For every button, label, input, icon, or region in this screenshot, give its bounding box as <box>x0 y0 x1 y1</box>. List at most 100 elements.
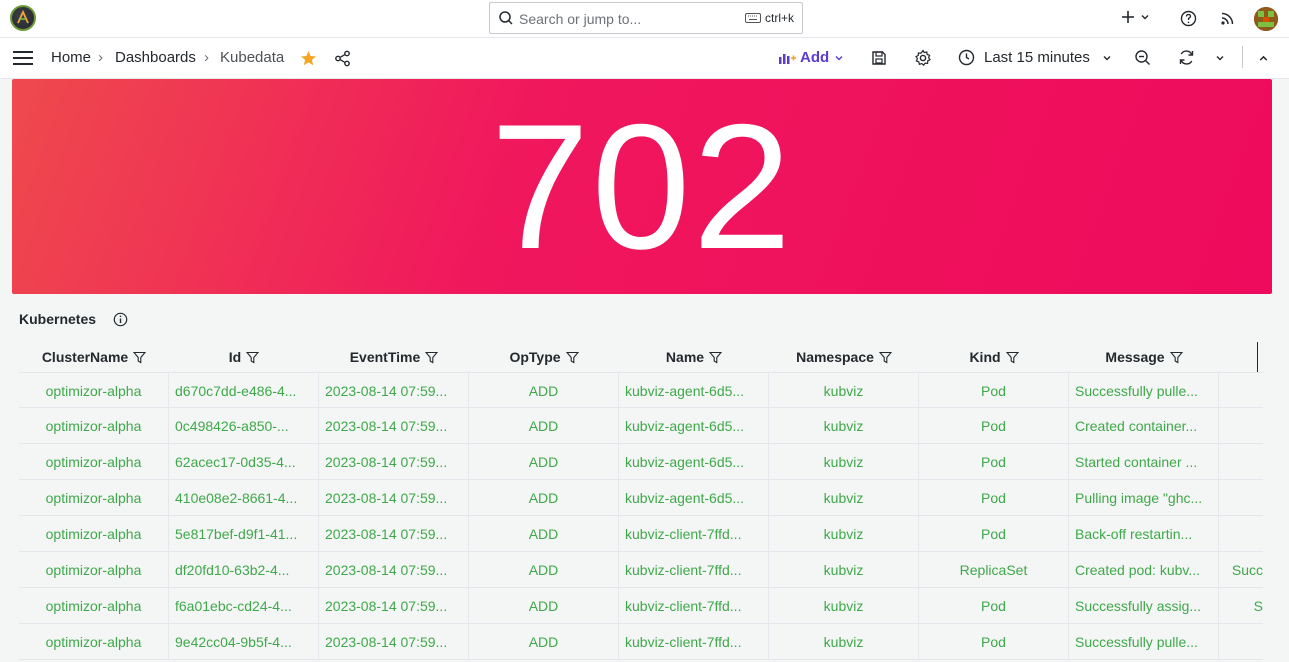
toolbar-divider <box>1242 46 1243 68</box>
table-cell: 2023-08-14 07:59... <box>319 480 469 516</box>
gear-icon <box>915 49 931 67</box>
column-header-label: EventTime <box>349 349 421 365</box>
table-cell: Pod <box>919 373 1069 409</box>
dashboard-settings-button[interactable] <box>914 49 932 67</box>
table-cell: kubviz <box>769 480 919 516</box>
refresh-interval-button[interactable] <box>1214 52 1226 64</box>
table-cell: ADD <box>469 373 619 409</box>
share-button[interactable] <box>334 50 351 67</box>
plus-icon <box>1122 11 1134 23</box>
save-icon <box>872 51 886 65</box>
filter-icon[interactable] <box>1005 351 1019 364</box>
table-cell: optimizor-alpha <box>19 480 169 516</box>
breadcrumb-home[interactable]: Home <box>51 49 91 66</box>
table-row[interactable]: optimizor-alpha 410e08e2-8661-4... 2023-08… <box>19 480 1263 516</box>
new-menu-button[interactable] <box>1120 9 1151 25</box>
table-cell: optimizor-alpha <box>19 588 169 624</box>
column-header[interactable]: Message <box>1069 342 1219 372</box>
add-panel-button[interactable]: Add <box>778 49 845 66</box>
table-cell: S <box>1253 598 1263 614</box>
filter-icon[interactable] <box>133 351 147 364</box>
search-placeholder: Search or jump to... <box>519 11 642 27</box>
column-header-clipped[interactable] <box>1257 342 1263 372</box>
chevron-down-icon <box>1216 56 1224 61</box>
column-header[interactable]: Name <box>619 342 769 372</box>
share-icon <box>335 50 350 67</box>
table-cell: kubviz <box>769 408 919 444</box>
table-cell: 2023-08-14 07:59... <box>319 373 469 409</box>
table-row[interactable]: optimizor-alpha d670c7dd-e486-4... 2023-08… <box>19 372 1263 409</box>
column-header[interactable]: Kind <box>919 342 1069 372</box>
help-icon <box>1180 10 1197 27</box>
table-cell: Pod <box>919 480 1069 516</box>
top-bar: Search or jump to... ctrl+k <box>0 0 1289 38</box>
column-header[interactable]: Namespace <box>769 342 919 372</box>
table-cell: optimizor-alpha <box>19 408 169 444</box>
filter-icon[interactable] <box>425 351 439 364</box>
stat-panel: 702 <box>12 79 1272 294</box>
table-cell: optimizor-alpha <box>19 444 169 480</box>
refresh-button[interactable] <box>1178 49 1195 66</box>
table-row[interactable]: optimizor-alpha 62acec17-0d35-4... 2023-08… <box>19 444 1263 480</box>
table-cell: ADD <box>469 624 619 660</box>
table-cell: optimizor-alpha <box>19 516 169 552</box>
breadcrumb-dashboards[interactable]: Dashboards <box>115 49 196 66</box>
chevron-down-icon <box>1141 15 1149 20</box>
column-header[interactable]: ClusterName <box>19 342 169 372</box>
hamburger-icon <box>13 51 33 65</box>
column-header[interactable]: OpType <box>469 342 619 372</box>
table-row[interactable]: optimizor-alpha 0c498426-a850-... 2023-08-… <box>19 408 1263 444</box>
filter-icon[interactable] <box>709 351 723 364</box>
add-panel-icon <box>779 53 796 64</box>
table-cell: Pod <box>919 624 1069 660</box>
table-row[interactable]: optimizor-alpha 5e817bef-d9f1-41... 2023-0… <box>19 516 1263 552</box>
table-cell: d670c7dd-e486-4... <box>169 373 319 409</box>
table-cell: ADD <box>469 444 619 480</box>
table-cell: 5e817bef-d9f1-41... <box>169 516 319 552</box>
breadcrumb-separator: › <box>204 49 209 66</box>
column-header[interactable]: EventTime <box>319 342 469 372</box>
time-picker-button[interactable]: Last 15 minutes <box>958 49 1113 66</box>
search-icon <box>498 10 514 31</box>
refresh-icon <box>1179 50 1194 65</box>
table-cell: Succ <box>1231 562 1263 578</box>
favorite-button[interactable] <box>300 50 317 67</box>
table-row[interactable]: optimizor-alpha 9e42cc04-9b5f-4... 2023-08… <box>19 624 1263 660</box>
table-cell: kubviz-agent-6d5... <box>619 408 769 444</box>
help-button[interactable] <box>1180 10 1197 27</box>
filter-icon[interactable] <box>565 351 579 364</box>
table-cell: Created container... <box>1069 408 1219 444</box>
table-cell <box>1219 480 1263 516</box>
filter-icon[interactable] <box>246 351 260 364</box>
user-avatar[interactable] <box>1254 7 1278 31</box>
table-cell: Created pod: kubv... <box>1069 552 1219 588</box>
news-button[interactable] <box>1220 10 1236 26</box>
table-cell: kubviz <box>769 444 919 480</box>
table-cell <box>1219 373 1263 409</box>
table-cell <box>1219 444 1263 480</box>
table-cell <box>1219 516 1263 552</box>
save-dashboard-button[interactable] <box>871 50 887 66</box>
search-input[interactable]: Search or jump to... ctrl+k <box>489 2 803 34</box>
info-icon[interactable] <box>113 312 128 327</box>
table-cell: kubviz-client-7ffd... <box>619 624 769 660</box>
column-header[interactable]: Id <box>169 342 319 372</box>
grafana-logo-icon[interactable] <box>10 5 36 31</box>
breadcrumb-separator: › <box>98 49 103 66</box>
shortcut-hint: ctrl+k <box>744 11 794 25</box>
collapse-toolbar-button[interactable] <box>1257 52 1270 65</box>
filter-icon[interactable] <box>1169 351 1183 364</box>
menu-toggle-button[interactable] <box>12 50 34 66</box>
table-cell: kubviz-client-7ffd... <box>619 516 769 552</box>
filter-icon[interactable] <box>878 351 892 364</box>
table-cell: kubviz <box>769 516 919 552</box>
zoom-out-button[interactable] <box>1134 49 1151 66</box>
table-cell: Pod <box>919 588 1069 624</box>
table-cell <box>1219 408 1263 444</box>
table-cell: Back-off restartin... <box>1069 516 1219 552</box>
table-row[interactable]: optimizor-alpha df20fd10-63b2-4... 2023-08… <box>19 552 1263 588</box>
table-cell: Successfully pulle... <box>1069 373 1219 409</box>
shortcut-text: ctrl+k <box>764 11 794 25</box>
table-row[interactable]: optimizor-alpha f6a01ebc-cd24-4... 2023-08… <box>19 588 1263 624</box>
stat-value: 702 <box>490 87 794 286</box>
